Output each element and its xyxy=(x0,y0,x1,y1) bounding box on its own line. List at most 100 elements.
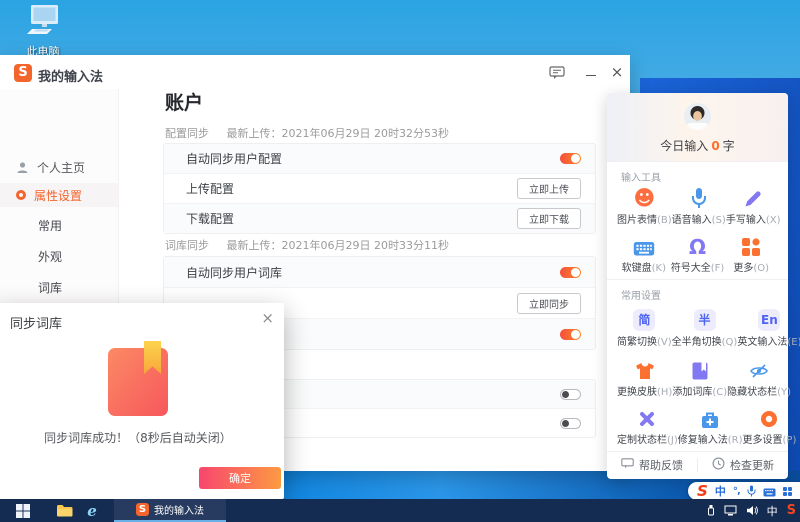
more-squares-icon xyxy=(724,231,778,257)
computer-icon xyxy=(23,23,63,42)
file-explorer-icon[interactable] xyxy=(50,499,78,522)
tools-grid-row-2: 软键盘(K) Ω 符号大全(F) 更多(O) xyxy=(617,231,778,274)
tool-handwriting[interactable]: 手写输入(X) xyxy=(726,183,781,226)
download-now-button[interactable]: 立即下载 xyxy=(517,208,581,229)
tools-icon xyxy=(617,403,678,429)
setting-add-dictionary[interactable]: 添加词库(C) xyxy=(672,355,727,398)
tool-soft-keyboard[interactable]: 软键盘(K) xyxy=(617,231,671,274)
close-button[interactable]: × xyxy=(608,65,626,81)
taskbar-active-app[interactable]: S 我的输入法 xyxy=(114,499,226,522)
sogou-logo-icon[interactable]: S xyxy=(697,483,708,499)
avatar[interactable] xyxy=(684,103,711,134)
ban-badge-icon: 半 xyxy=(694,309,716,331)
setting-simplified-traditional[interactable]: 简 简繁切换(V) xyxy=(617,305,672,348)
desktop: 此电脑 S 我的输入法 × 个人主页 xyxy=(0,0,800,522)
auto-sync-dict-toggle[interactable] xyxy=(560,267,581,278)
ime-toolbox-panel: 今日输入0字 输入工具 ☻ 图片表情(B) 语音输入(S) xyxy=(607,93,788,479)
settings-row: 自动同步用户配置 xyxy=(164,144,595,173)
tool-voice-input[interactable]: 语音输入(S) xyxy=(672,183,726,226)
sidebar-item-appearance[interactable]: 外观 xyxy=(0,244,156,268)
taskbar-app-label: 我的输入法 xyxy=(154,502,204,517)
sidebar-item-label: 个人主页 xyxy=(37,159,85,176)
page-title: 账户 xyxy=(165,88,203,115)
setting-hide-statusbar[interactable]: 隐藏状态栏(Y) xyxy=(727,355,791,398)
setting-english-ime[interactable]: En 英文输入法(E) xyxy=(737,305,800,348)
dialog-title: 同步词库 xyxy=(10,313,62,332)
config-sync-card: 自动同步用户配置 上传配置 立即上传 下载配置 立即下载 xyxy=(163,143,596,234)
config-sync-meta: 配置同步 最新上传：2021年06月29日 20时32分53秒 xyxy=(165,125,449,141)
microphone-icon xyxy=(672,183,726,209)
speaker-icon[interactable] xyxy=(746,501,758,520)
feedback-icon[interactable] xyxy=(548,65,566,81)
dialog-message: 同步词库成功！（8秒后自动关闭） xyxy=(0,429,284,446)
ime-status-bar: S 中 °‚ xyxy=(688,482,800,500)
start-button[interactable] xyxy=(6,499,40,522)
tools-grid-row-1: ☻ 图片表情(B) 语音输入(S) xyxy=(617,183,778,226)
jian-badge-icon: 简 xyxy=(633,309,655,331)
tool-more[interactable]: 更多(O) xyxy=(724,231,778,274)
system-tray: 中 S xyxy=(707,499,796,522)
sogou-logo-icon: S xyxy=(136,503,149,516)
tshirt-icon xyxy=(617,355,672,381)
tools-section-header: 输入工具 xyxy=(621,169,661,184)
auto-sync-config-toggle[interactable] xyxy=(560,153,581,164)
book-icon xyxy=(672,355,727,381)
sidebar-item-home[interactable]: 个人主页 xyxy=(0,155,118,179)
update-icon xyxy=(712,457,725,473)
panel-divider xyxy=(607,279,788,280)
section-label: 配置同步 xyxy=(165,127,209,140)
check-update-button[interactable]: 检查更新 xyxy=(698,457,788,473)
taskbar: e S 我的输入法 xyxy=(0,499,800,522)
upload-now-button[interactable]: 立即上传 xyxy=(517,178,581,199)
settings-grid-row-1: 简 简繁切换(V) 半 全半角切换(Q) En 英文输入法(E) xyxy=(617,305,778,348)
minimize-button[interactable] xyxy=(582,65,600,81)
extra-toggle-1[interactable] xyxy=(560,389,581,400)
tool-symbols[interactable]: Ω 符号大全(F) xyxy=(671,231,725,274)
network-icon[interactable] xyxy=(724,501,737,520)
setting-change-skin[interactable]: 更换皮肤(H) xyxy=(617,355,672,398)
tool-picture-emoji[interactable]: ☻ 图片表情(B) xyxy=(617,183,672,226)
sidebar-item-dictionary[interactable]: 词库 xyxy=(0,275,156,299)
en-badge-icon: En xyxy=(758,309,780,331)
dialog-close-icon[interactable]: × xyxy=(261,309,274,327)
settings-row: 上传配置 立即上传 xyxy=(164,173,595,203)
omega-icon: Ω xyxy=(671,231,725,257)
medkit-icon xyxy=(678,403,743,429)
app-logo: S xyxy=(14,64,32,82)
input-language-indicator[interactable]: 中 xyxy=(767,503,778,519)
setting-customize-statusbar[interactable]: 定制状态栏(J) xyxy=(617,403,678,446)
sogou-tray-icon[interactable]: S xyxy=(787,503,796,518)
last-upload-time: 最新上传：2021年06月29日 20时33分11秒 xyxy=(227,239,449,252)
settings-row: 下载配置 立即下载 xyxy=(164,203,595,233)
internet-explorer-icon[interactable]: e xyxy=(78,499,106,522)
setting-repair-ime[interactable]: 修复输入法(R) xyxy=(678,403,743,446)
window-title: 我的输入法 xyxy=(38,66,103,85)
smiley-icon: ☻ xyxy=(617,183,672,209)
dictionary-book-icon xyxy=(108,341,168,421)
count-value: 0 xyxy=(711,139,719,153)
pencil-icon xyxy=(726,183,781,209)
eye-off-icon xyxy=(727,355,791,381)
settings-grid-row-2: 更换皮肤(H) 添加词库(C) xyxy=(617,355,778,398)
sidebar-item-common[interactable]: 常用 xyxy=(0,213,156,237)
extra-toggle-2[interactable] xyxy=(560,418,581,429)
toolbox-grid-icon[interactable] xyxy=(783,487,792,496)
desktop-icon-this-pc[interactable]: 此电脑 xyxy=(12,4,74,59)
dict-sync-toggle[interactable] xyxy=(560,329,581,340)
keyboard-icon xyxy=(617,231,671,257)
punctuation-icon[interactable]: °‚ xyxy=(733,486,740,497)
ok-button[interactable]: 确定 xyxy=(199,467,281,489)
sync-now-button[interactable]: 立即同步 xyxy=(517,293,581,314)
setting-full-half-width[interactable]: 半 全半角切换(Q) xyxy=(672,305,738,348)
sidebar-item-properties[interactable]: 属性设置 xyxy=(0,183,118,207)
soft-keyboard-icon[interactable] xyxy=(763,482,776,501)
settings-grid-row-3: 定制状态栏(J) 修复输入法(R) xyxy=(617,403,778,446)
sync-dictionary-dialog: 同步词库 × 同步词库成功！（8秒后自动关闭） 确定 xyxy=(0,303,284,499)
setting-more-settings[interactable]: 更多设置(P) xyxy=(743,403,797,446)
help-feedback-button[interactable]: 帮助反馈 xyxy=(607,457,697,473)
today-input-count: 今日输入0字 xyxy=(607,137,788,154)
chinese-mode-icon[interactable]: 中 xyxy=(715,483,726,499)
sidebar-item-label: 属性设置 xyxy=(34,187,82,204)
mic-icon[interactable] xyxy=(747,482,756,501)
usb-icon[interactable] xyxy=(707,501,715,520)
